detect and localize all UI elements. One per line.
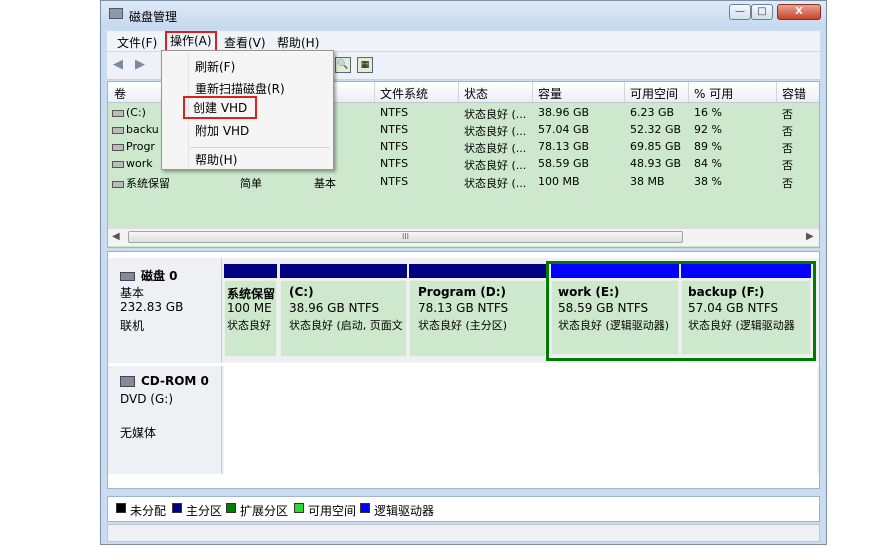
volume-icon [112, 126, 124, 134]
partition-bar-primary [280, 264, 407, 278]
partition-system-reserved[interactable]: 系统保留 100 ME 状态良好 [224, 280, 277, 357]
properties-icon[interactable]: ▦ [357, 57, 373, 73]
menu-action[interactable]: 操作(A) [165, 31, 217, 52]
back-arrow-icon[interactable]: ◀ [113, 58, 129, 72]
cdrom-icon [120, 376, 135, 387]
partition-d[interactable]: Program (D:) 78.13 GB NTFS 状态良好 (主分区) [409, 280, 546, 357]
disk-management-icon [109, 8, 123, 19]
col-header-volume[interactable]: 卷 [114, 85, 126, 102]
volume-icon [112, 143, 124, 151]
cdrom-0-area[interactable] [224, 366, 817, 474]
col-header-capacity[interactable]: 容量 [538, 85, 562, 102]
menu-item-create-vhd[interactable]: 创建 VHD [183, 96, 258, 119]
menu-view[interactable]: 查看(V) [224, 34, 266, 51]
hard-disk-icon [120, 272, 135, 281]
title-bar[interactable]: 磁盘管理 — □ X [101, 1, 826, 29]
volume-icon [112, 109, 124, 117]
search-icon[interactable]: 🔍 [335, 57, 351, 73]
menu-separator [190, 147, 330, 148]
menu-item-help[interactable]: 帮助(H) [195, 151, 237, 168]
status-bar [107, 524, 820, 542]
col-header-filesystem[interactable]: 文件系统 [380, 85, 428, 102]
legend-logical: 逻辑驱动器 [374, 504, 435, 518]
legend: 未分配 主分区 扩展分区 可用空间 逻辑驱动器 [107, 496, 820, 522]
volume-icon [112, 160, 124, 168]
scroll-right-icon[interactable]: ▶ [806, 231, 814, 242]
volume-icon [112, 180, 124, 188]
close-button[interactable]: X [777, 4, 821, 20]
disk-0-type: 基本 [120, 286, 145, 300]
menu-bar: 文件(F) 操作(A) 查看(V) 帮助(H) [107, 31, 820, 52]
menu-item-refresh[interactable]: 刷新(F) [195, 58, 235, 75]
col-header-pct-free[interactable]: % 可用 [694, 85, 733, 102]
cdrom-0-label[interactable]: CD-ROM 0 DVD (G:) 无媒体 [110, 366, 222, 474]
window-title: 磁盘管理 [129, 10, 178, 24]
legend-swatch-free [294, 503, 304, 513]
legend-unallocated: 未分配 [130, 504, 167, 518]
disk-0-label[interactable]: 磁盘 0 基本 232.83 GB 联机 [110, 258, 222, 363]
partition-f[interactable]: backup (F:) 57.04 GB NTFS 状态良好 (逻辑驱动器 [681, 280, 811, 355]
menu-help[interactable]: 帮助(H) [277, 34, 319, 51]
legend-swatch-extended [226, 503, 236, 513]
partition-c[interactable]: (C:) 38.96 GB NTFS 状态良好 (启动, 页面文 [280, 280, 407, 357]
cdrom-0-drive: DVD (G:) [120, 392, 173, 406]
disk-0-name: 磁盘 0 [141, 269, 178, 283]
partition-bar-logical [551, 264, 679, 278]
partition-e[interactable]: work (E:) 58.59 GB NTFS 状态良好 (逻辑驱动器) [551, 280, 679, 355]
partition-bar-logical [681, 264, 811, 278]
col-header-free[interactable]: 可用空间 [630, 85, 678, 102]
disk-graphical-pane: 磁盘 0 基本 232.83 GB 联机 系统保留 100 ME 状态良好 (C… [107, 251, 820, 489]
scrollbar-thumb[interactable]: III [128, 231, 683, 243]
menu-item-attach-vhd[interactable]: 附加 VHD [195, 122, 249, 139]
scroll-left-icon[interactable]: ◀ [112, 231, 120, 242]
cdrom-0-status: 无媒体 [120, 426, 157, 440]
legend-swatch-primary [172, 503, 182, 513]
maximize-button[interactable]: □ [751, 4, 773, 20]
cdrom-0-name: CD-ROM 0 [141, 374, 209, 388]
disk-0-status: 联机 [120, 319, 145, 333]
disk-0-size: 232.83 GB [120, 300, 184, 314]
minimize-button[interactable]: — [729, 4, 751, 20]
legend-primary: 主分区 [186, 504, 223, 518]
legend-extended: 扩展分区 [240, 504, 289, 518]
partition-bar-primary [409, 264, 546, 278]
menu-file[interactable]: 文件(F) [117, 34, 157, 51]
col-header-status[interactable]: 状态 [464, 85, 488, 102]
action-dropdown-menu: 刷新(F) 重新扫描磁盘(R) 创建 VHD 附加 VHD 帮助(H) [161, 50, 334, 170]
legend-swatch-logical [360, 503, 370, 513]
col-header-fault-tolerance[interactable]: 容错 [782, 85, 806, 102]
forward-arrow-icon[interactable]: ▶ [135, 58, 151, 72]
partition-bar-primary [224, 264, 277, 278]
horizontal-scrollbar[interactable]: ◀ III ▶ [108, 228, 819, 246]
menu-item-rescan-disks[interactable]: 重新扫描磁盘(R) [195, 80, 285, 97]
legend-swatch-unallocated [116, 503, 126, 513]
legend-free: 可用空间 [308, 504, 357, 518]
